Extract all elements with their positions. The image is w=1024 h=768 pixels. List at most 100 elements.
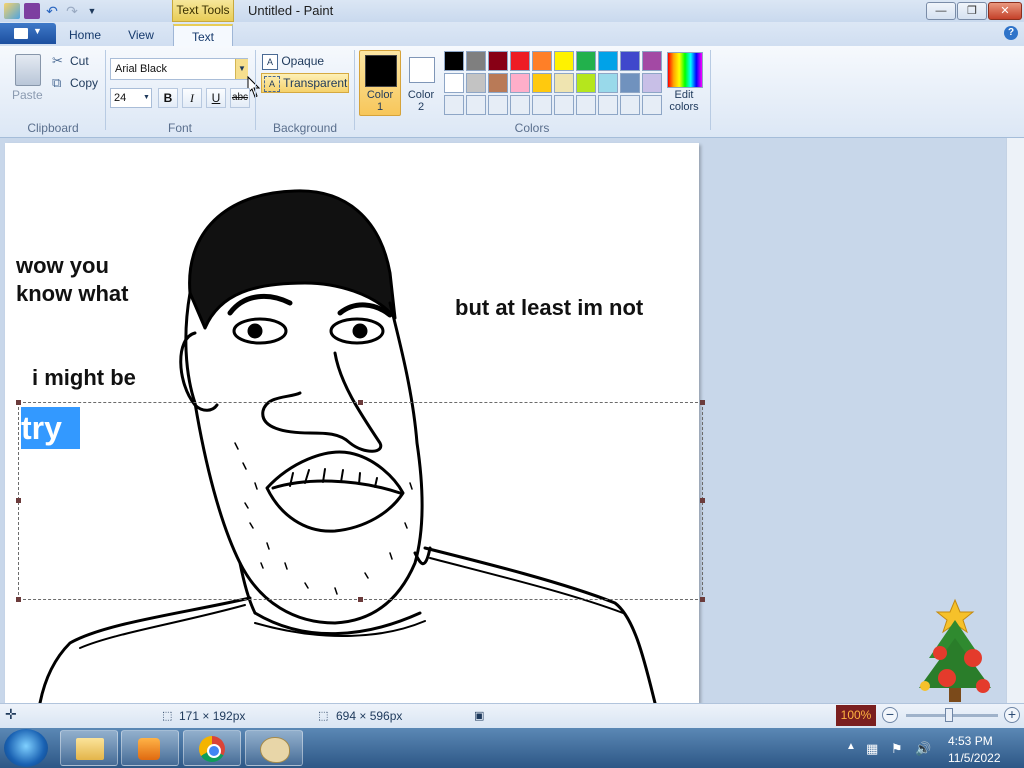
palette-swatch[interactable]	[642, 51, 662, 71]
palette-swatch[interactable]	[444, 95, 464, 115]
underline-button[interactable]: U	[206, 88, 226, 108]
palette-swatch[interactable]	[598, 73, 618, 93]
background-group-label: Background	[272, 121, 338, 135]
color2-label: Color 2	[407, 89, 435, 113]
undo-icon[interactable]: ↶	[44, 3, 60, 19]
palette-swatch[interactable]	[488, 73, 508, 93]
canvas-size: 694 × 596px	[336, 709, 403, 723]
paint-palette-icon	[260, 737, 290, 763]
clock-date[interactable]: 11/5/2022	[948, 751, 1001, 765]
palette-swatch[interactable]	[466, 73, 486, 93]
canvas-text-wow: wow you know what	[16, 252, 128, 308]
paste-button[interactable]: Paste	[10, 52, 44, 114]
paint-menu-button[interactable]: ▼	[0, 23, 56, 44]
canvas-text-might: i might be	[32, 365, 136, 390]
canvas-text-line: know what	[16, 281, 129, 306]
palette-swatch[interactable]	[554, 95, 574, 115]
palette-swatch[interactable]	[510, 51, 530, 71]
palette-swatch[interactable]	[532, 95, 552, 115]
taskbar-paint[interactable]	[245, 730, 303, 766]
maximize-button[interactable]: ❐	[957, 2, 987, 20]
color1-swatch	[365, 55, 397, 87]
resize-handle[interactable]	[700, 597, 705, 602]
selection-icon: ⬚	[162, 710, 173, 722]
resize-handle[interactable]	[16, 498, 21, 503]
copy-button[interactable]: ⧉ Copy	[52, 75, 102, 91]
palette-swatch[interactable]	[642, 95, 662, 115]
paint-app-icon[interactable]	[4, 3, 20, 19]
palette-swatch[interactable]	[642, 73, 662, 93]
chrome-icon-center	[207, 744, 221, 758]
palette-swatch[interactable]	[620, 73, 640, 93]
opaque-button[interactable]: A Opaque	[262, 52, 348, 70]
palette-swatch[interactable]	[488, 51, 508, 71]
palette-swatch[interactable]	[576, 73, 596, 93]
minimize-button[interactable]: —	[926, 2, 956, 20]
folder-icon	[76, 738, 104, 760]
chevron-down-icon: ▼	[143, 94, 150, 101]
help-icon[interactable]: ?	[1004, 26, 1018, 40]
action-center-icon[interactable]: ⚑	[891, 741, 903, 757]
network-icon[interactable]: ▦	[866, 741, 878, 757]
cut-button[interactable]: ✂ Cut	[52, 53, 102, 69]
edit-colors-icon[interactable]	[667, 52, 703, 88]
canvas-text-but: but at least im not	[455, 295, 644, 320]
resize-handle[interactable]	[700, 498, 705, 503]
palette-swatch[interactable]	[576, 95, 596, 115]
zoom-slider-thumb[interactable]	[945, 708, 953, 722]
palette-swatch[interactable]	[466, 51, 486, 71]
bold-button[interactable]: B	[158, 88, 178, 108]
font-family-select[interactable]: Arial Black	[110, 58, 248, 80]
text-box-selection[interactable]	[18, 402, 703, 600]
zoom-out-button[interactable]: −	[882, 707, 898, 723]
palette-swatch[interactable]	[510, 73, 530, 93]
transparent-button[interactable]: A Transparent	[261, 73, 349, 93]
text-box-input[interactable]: try	[21, 407, 80, 449]
palette-swatch[interactable]	[554, 73, 574, 93]
redo-icon[interactable]: ↷	[64, 3, 80, 19]
taskbar-chrome[interactable]	[183, 730, 241, 766]
vertical-scrollbar[interactable]	[1006, 138, 1024, 703]
scissors-icon: ✂	[52, 53, 63, 68]
taskbar-media-player[interactable]	[121, 730, 179, 766]
clipboard-icon	[15, 54, 41, 86]
palette-swatch[interactable]	[598, 95, 618, 115]
resize-handle[interactable]	[16, 400, 21, 405]
strikethrough-button[interactable]: abc	[230, 88, 250, 108]
resize-handle[interactable]	[358, 400, 363, 405]
taskbar-explorer[interactable]	[60, 730, 118, 766]
palette-swatch[interactable]	[532, 73, 552, 93]
close-button[interactable]: ✕	[988, 2, 1022, 20]
palette-swatch[interactable]	[444, 51, 464, 71]
zoom-in-button[interactable]: +	[1004, 707, 1020, 723]
palette-swatch[interactable]	[554, 51, 574, 71]
palette-swatch[interactable]	[532, 51, 552, 71]
palette-swatch[interactable]	[488, 95, 508, 115]
customize-toolbar-icon[interactable]: ▼	[84, 3, 100, 19]
tab-home[interactable]: Home	[60, 24, 110, 46]
resize-handle[interactable]	[16, 597, 21, 602]
menu-icon	[14, 28, 28, 39]
palette-swatch[interactable]	[576, 51, 596, 71]
clock-time[interactable]: 4:53 PM	[948, 734, 993, 748]
palette-swatch[interactable]	[598, 51, 618, 71]
color-palette	[444, 51, 662, 115]
tab-text[interactable]: Text	[173, 24, 233, 46]
italic-button[interactable]: I	[182, 88, 202, 108]
palette-swatch[interactable]	[466, 95, 486, 115]
palette-swatch[interactable]	[620, 51, 640, 71]
resize-handle[interactable]	[700, 400, 705, 405]
resize-handle[interactable]	[358, 597, 363, 602]
save-icon[interactable]	[24, 3, 40, 19]
palette-swatch[interactable]	[444, 73, 464, 93]
ribbon-divider	[710, 50, 711, 130]
start-button[interactable]	[4, 729, 48, 767]
palette-swatch[interactable]	[510, 95, 530, 115]
palette-swatch[interactable]	[620, 95, 640, 115]
text-tools-context-label: Text Tools	[172, 0, 234, 22]
volume-icon[interactable]: 🔊	[915, 741, 931, 757]
tab-view[interactable]: View	[115, 24, 167, 46]
zoom-level: 100%	[836, 705, 876, 726]
show-hidden-icons[interactable]: ▲	[846, 741, 856, 752]
christmas-tree-icon	[919, 598, 991, 702]
